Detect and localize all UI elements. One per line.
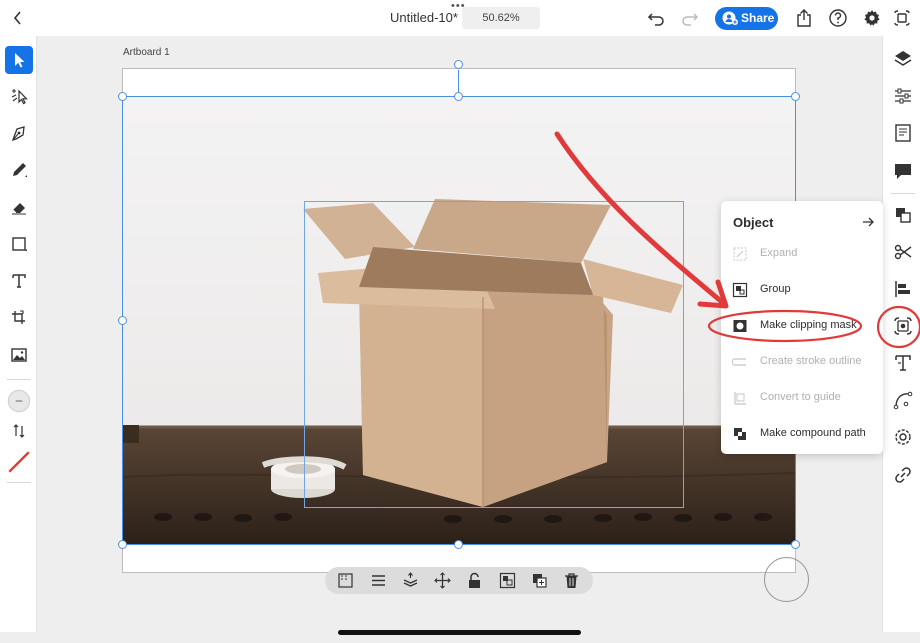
share-button[interactable]: Share	[715, 7, 778, 30]
scissors-icon[interactable]	[892, 241, 914, 263]
lines-icon[interactable]	[370, 572, 387, 589]
menu-item-label: Make clipping mask	[760, 319, 857, 331]
square-icon	[12, 237, 27, 251]
resize-handle-bottom-right[interactable]	[791, 540, 800, 549]
lock-icon[interactable]	[466, 572, 483, 589]
eraser-tool[interactable]	[5, 193, 33, 221]
menu-item-make-compound-path[interactable]: Make compound path	[721, 416, 883, 452]
resize-handle-top[interactable]	[454, 92, 463, 101]
person-add-icon	[722, 11, 738, 25]
zoom-level[interactable]: 50.62%	[462, 7, 540, 29]
chevron-left-icon[interactable]	[9, 8, 27, 28]
align-left-icon[interactable]	[892, 278, 914, 300]
arrange-icon[interactable]	[892, 204, 914, 226]
arrow-right-icon[interactable]	[861, 215, 875, 229]
guide-icon	[734, 392, 746, 405]
rotate-handle[interactable]	[454, 60, 463, 69]
comment-icon[interactable]	[892, 160, 914, 182]
menu-item-create-stroke-outline: Create stroke outline	[721, 344, 883, 380]
direct-select-tool[interactable]	[5, 82, 33, 110]
collapse-panels-icon[interactable]	[892, 8, 912, 28]
eraser-icon	[12, 203, 26, 215]
menu-item-label: Group	[760, 283, 791, 295]
menu-item-convert-to-guide: Convert to guide	[721, 380, 883, 416]
resize-handle-top-right[interactable]	[791, 92, 800, 101]
menu-item-label: Make compound path	[760, 427, 866, 439]
resize-handle-bottom[interactable]	[454, 540, 463, 549]
stroke-slash-icon	[8, 451, 30, 473]
pencil-tool[interactable]	[5, 156, 33, 184]
touch-modifier-circle[interactable]	[764, 557, 809, 602]
direct-select-icon	[11, 89, 28, 105]
expand-icon	[733, 247, 747, 261]
link-icon[interactable]	[892, 464, 914, 486]
home-indicator	[338, 630, 581, 635]
swap-fill-stroke[interactable]	[5, 417, 33, 445]
stack-icon[interactable]	[402, 572, 419, 589]
artboard-label[interactable]: Artboard 1	[123, 47, 170, 58]
fill-swatch[interactable]	[5, 387, 33, 415]
type-tool[interactable]	[5, 267, 33, 295]
text-T-icon	[12, 274, 26, 288]
menu-item-group[interactable]: Group	[721, 272, 883, 308]
resize-handle-left[interactable]	[118, 316, 127, 325]
document-title[interactable]: Untitled-10*	[390, 10, 458, 25]
pen-tool[interactable]	[5, 119, 33, 147]
toolbar-divider	[7, 482, 31, 483]
menu-item-label: Convert to guide	[760, 391, 841, 403]
resize-handle-top-left[interactable]	[118, 92, 127, 101]
group-icon[interactable]	[499, 572, 516, 589]
layers-icon[interactable]	[892, 48, 914, 70]
compound-path-icon	[734, 428, 746, 440]
group-icon	[732, 282, 748, 298]
fill-circle-icon	[7, 389, 31, 413]
path-curve-icon[interactable]	[892, 389, 914, 411]
swap-arrows-icon	[13, 424, 25, 438]
stroke-outline-icon	[732, 358, 746, 366]
duplicate-icon[interactable]	[531, 572, 548, 589]
object-bounds[interactable]	[304, 201, 684, 508]
right-toolbar	[882, 36, 920, 632]
pen-nib-icon	[11, 126, 25, 142]
top-bar: ••• Untitled-10* 50.62% Share	[0, 0, 920, 36]
share-label: Share	[741, 11, 775, 25]
export-icon[interactable]	[794, 8, 814, 28]
menu-item-label: Create stroke outline	[760, 355, 862, 367]
crop-transform-icon	[12, 310, 25, 324]
sliders-icon[interactable]	[892, 85, 914, 107]
gear-repeat-icon[interactable]	[892, 426, 914, 448]
clipping-mask-icon	[733, 320, 747, 332]
move-icon[interactable]	[434, 572, 451, 589]
object-action-bar	[325, 567, 593, 594]
mask-icon[interactable]	[337, 572, 354, 589]
help-icon[interactable]	[828, 8, 848, 28]
redo-icon[interactable]	[680, 8, 700, 28]
resize-handle-bottom-left[interactable]	[118, 540, 127, 549]
transform-tool[interactable]	[5, 304, 33, 332]
toolbar-divider	[7, 379, 31, 380]
book-icon[interactable]	[892, 122, 914, 144]
type-icon[interactable]	[892, 352, 914, 374]
image-icon	[11, 348, 27, 362]
left-toolbar	[0, 36, 37, 632]
object-menu-title: Object	[733, 215, 774, 230]
object-menu: Object Expand Group Make clipping mask C…	[721, 201, 883, 454]
menu-item-make-clipping-mask[interactable]: Make clipping mask	[721, 308, 883, 344]
trash-icon[interactable]	[563, 572, 580, 589]
gear-icon[interactable]	[862, 8, 882, 28]
object-icon[interactable]	[892, 315, 914, 337]
menu-item-expand: Expand	[721, 236, 883, 272]
toolbar-divider	[891, 193, 915, 194]
place-image-tool[interactable]	[5, 341, 33, 369]
pencil-icon	[13, 163, 27, 177]
select-tool[interactable]	[5, 46, 33, 74]
undo-icon[interactable]	[646, 8, 666, 28]
arrow-pointer-icon	[15, 53, 25, 68]
menu-item-label: Expand	[760, 247, 798, 259]
shape-tool[interactable]	[5, 230, 33, 258]
stroke-swatch[interactable]	[5, 448, 33, 476]
